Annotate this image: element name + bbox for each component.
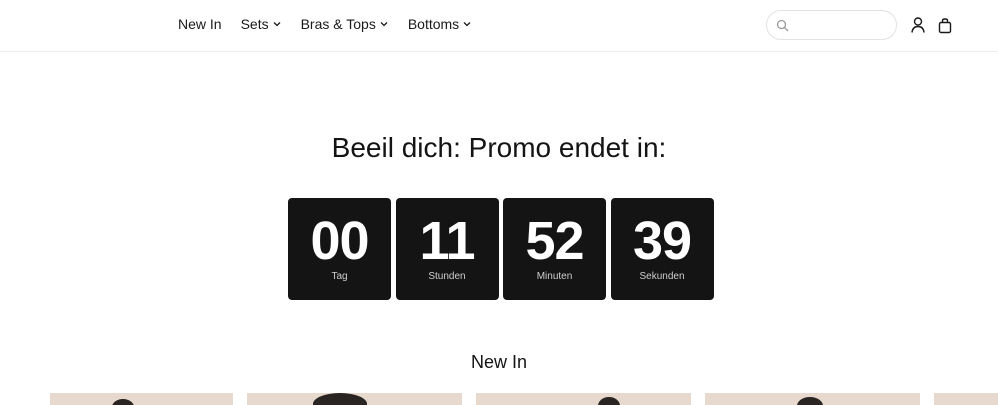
nav-item-label: New In (178, 16, 222, 32)
main-nav: New In Sets Bras & Tops Bottoms (178, 16, 491, 32)
countdown-seconds: 39 Sekunden (610, 198, 714, 300)
product-image (112, 399, 134, 405)
product-image (598, 397, 620, 405)
product-card[interactable] (705, 393, 920, 405)
chevron-down-icon (379, 19, 389, 29)
section-title-new-in: New In (470, 352, 528, 372)
countdown-label: Sekunden (639, 271, 685, 282)
countdown-minutes: 52 Minuten (503, 198, 606, 300)
search-input[interactable] (795, 16, 890, 34)
countdown-value: 52 (525, 211, 584, 271)
countdown-value: 11 (419, 211, 475, 271)
search-icon (776, 19, 789, 32)
nav-item-bras-tops[interactable]: Bras & Tops (301, 16, 389, 32)
product-card[interactable] (476, 393, 691, 405)
nav-item-label: Bras & Tops (300, 16, 376, 32)
nav-item-new-in[interactable]: New In (178, 16, 222, 32)
nav-item-label: Bottoms (407, 16, 460, 32)
promo-title: Beeil dich: Promo endet in: (331, 132, 667, 163)
countdown-timer: 00 Tag 11 Stunden 52 Minuten 39 Sekunden (288, 198, 714, 300)
countdown-value: 00 (310, 211, 369, 271)
nav-item-bottoms[interactable]: Bottoms (408, 16, 472, 32)
nav-item-label: Sets (240, 16, 269, 32)
countdown-label: Stunden (428, 271, 466, 282)
site-header: New In Sets Bras & Tops Bottoms (0, 0, 998, 52)
countdown-days: 00 Tag (288, 198, 391, 300)
countdown-label: Tag (331, 271, 348, 282)
chevron-down-icon (462, 19, 472, 29)
product-carousel (0, 393, 998, 405)
shopping-bag-icon[interactable] (937, 16, 953, 34)
countdown-label: Minuten (536, 271, 573, 282)
chevron-down-icon (272, 19, 282, 29)
countdown-value: 39 (632, 211, 692, 271)
user-icon[interactable] (910, 16, 926, 34)
nav-item-sets[interactable]: Sets (241, 16, 282, 32)
product-card[interactable] (247, 393, 462, 405)
product-image (313, 393, 367, 405)
countdown-hours: 11 Stunden (395, 198, 499, 300)
product-image (797, 397, 823, 405)
product-card[interactable] (50, 393, 233, 405)
search-bar[interactable] (766, 10, 897, 40)
product-card[interactable] (934, 393, 998, 405)
